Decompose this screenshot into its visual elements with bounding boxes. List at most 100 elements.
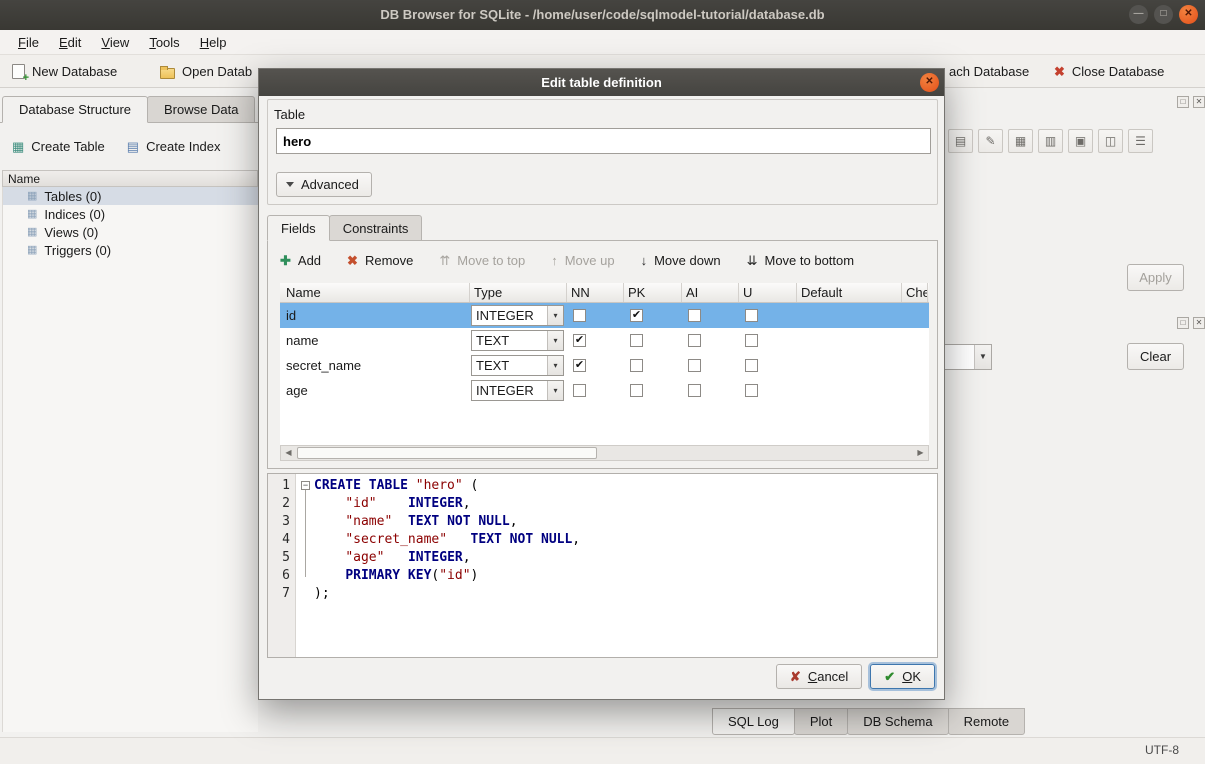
nn-checkbox[interactable]: [573, 309, 586, 322]
field-name-cell[interactable]: age: [280, 383, 470, 398]
field-name-cell[interactable]: name: [280, 333, 470, 348]
attach-database-button[interactable]: ach Database: [945, 55, 1033, 88]
create-index-button[interactable]: ▤ Create Index: [127, 134, 221, 158]
dock-close-icon[interactable]: ✕: [1193, 96, 1205, 108]
nn-checkbox[interactable]: [573, 384, 586, 397]
column-header-ai[interactable]: AI: [682, 283, 739, 302]
tab-constraints[interactable]: Constraints: [329, 215, 423, 241]
ai-checkbox[interactable]: [688, 359, 701, 372]
column-header-nn[interactable]: NN: [567, 283, 624, 302]
minimize-icon[interactable]: —: [1129, 5, 1148, 24]
dock-close-icon[interactable]: ✕: [1193, 317, 1205, 329]
tree-item-indices[interactable]: ▦ Indices (0): [3, 205, 258, 223]
move-down-button[interactable]: ↓ Move down: [641, 253, 721, 268]
move-to-bottom-button[interactable]: ⇊ Move to bottom: [747, 253, 855, 268]
create-table-button[interactable]: ▦ Create Table: [12, 134, 105, 158]
encoding-indicator[interactable]: UTF-8: [1145, 743, 1179, 757]
field-row-name[interactable]: nameTEXT▾: [280, 328, 929, 353]
pk-checkbox[interactable]: [630, 309, 643, 322]
tab-remote[interactable]: Remote: [948, 708, 1026, 735]
menu-tools[interactable]: Tools: [139, 30, 189, 54]
type-combo[interactable]: INTEGER▾: [471, 380, 564, 401]
tab-db-schema[interactable]: DB Schema: [847, 708, 948, 735]
scroll-left-icon[interactable]: ◀: [281, 446, 296, 460]
field-name-cell[interactable]: secret_name: [280, 358, 470, 373]
tree-item-triggers[interactable]: ▦ Triggers (0): [3, 241, 258, 259]
ai-checkbox[interactable]: [688, 334, 701, 347]
edit-cell-toolbar-icon-1[interactable]: ▤: [948, 129, 973, 153]
ai-checkbox[interactable]: [688, 309, 701, 322]
cancel-button[interactable]: ✘ Cancel: [776, 664, 862, 689]
fold-collapse-icon[interactable]: −: [301, 481, 310, 490]
horizontal-scrollbar[interactable]: ◀ ▶: [280, 445, 929, 461]
edit-cell-toolbar-icon-4[interactable]: ▥: [1038, 129, 1063, 153]
tab-sql-log[interactable]: SQL Log: [712, 708, 795, 735]
advanced-toggle-button[interactable]: Advanced: [276, 172, 372, 197]
type-combo[interactable]: TEXT▾: [471, 355, 564, 376]
chevron-down-icon[interactable]: ▾: [547, 381, 563, 400]
field-row-age[interactable]: ageINTEGER▾: [280, 378, 929, 403]
u-checkbox[interactable]: [745, 309, 758, 322]
nn-checkbox[interactable]: [573, 334, 586, 347]
menu-help[interactable]: Help: [190, 30, 237, 54]
u-checkbox[interactable]: [745, 334, 758, 347]
new-database-button[interactable]: New Database: [8, 55, 121, 88]
move-to-top-button[interactable]: ⇈ Move to top: [439, 253, 525, 268]
tab-plot[interactable]: Plot: [794, 708, 848, 735]
tab-fields[interactable]: Fields: [267, 215, 330, 241]
clear-button[interactable]: Clear: [1127, 343, 1184, 370]
dialog-titlebar[interactable]: Edit table definition ✕: [259, 69, 944, 96]
menu-file[interactable]: File: [8, 30, 49, 54]
tab-browse-data[interactable]: Browse Data: [147, 96, 255, 123]
column-header-u[interactable]: U: [739, 283, 797, 302]
chevron-down-icon[interactable]: ▾: [547, 331, 563, 350]
edit-cell-toolbar-icon-6[interactable]: ◫: [1098, 129, 1123, 153]
window-titlebar[interactable]: DB Browser for SQLite - /home/user/code/…: [0, 0, 1205, 30]
close-icon[interactable]: ✕: [1179, 5, 1198, 24]
dock-float-icon[interactable]: □: [1177, 96, 1189, 108]
pk-checkbox[interactable]: [630, 359, 643, 372]
field-name-cell[interactable]: id: [280, 308, 470, 323]
type-combo[interactable]: INTEGER▾: [471, 305, 564, 326]
scroll-right-icon[interactable]: ▶: [913, 446, 928, 460]
add-field-button[interactable]: ✚ Add: [280, 253, 321, 268]
column-header-pk[interactable]: PK: [624, 283, 682, 302]
tree-column-header[interactable]: Name: [2, 170, 258, 187]
mode-combo-partial[interactable]: ▼: [945, 344, 992, 370]
chevron-down-icon[interactable]: ▼: [974, 345, 991, 369]
apply-button[interactable]: Apply: [1127, 264, 1184, 291]
ai-checkbox[interactable]: [688, 384, 701, 397]
close-database-button[interactable]: ✖ Close Database: [1050, 55, 1168, 88]
scrollbar-thumb[interactable]: [297, 447, 597, 459]
tree-item-tables[interactable]: ▦ Tables (0): [3, 187, 258, 205]
table-name-input[interactable]: [276, 128, 931, 154]
chevron-down-icon[interactable]: ▾: [547, 306, 563, 325]
open-database-button[interactable]: Open Datab: [156, 55, 256, 88]
remove-field-button[interactable]: ✖ Remove: [347, 253, 413, 268]
maximize-icon[interactable]: □: [1154, 5, 1173, 24]
ok-button[interactable]: ✔ OK: [870, 664, 935, 689]
column-header-type[interactable]: Type: [470, 283, 567, 302]
menu-view[interactable]: View: [91, 30, 139, 54]
pk-checkbox[interactable]: [630, 384, 643, 397]
column-header-check[interactable]: Check: [902, 283, 928, 302]
u-checkbox[interactable]: [745, 384, 758, 397]
pk-checkbox[interactable]: [630, 334, 643, 347]
edit-cell-toolbar-icon-7[interactable]: ☰: [1128, 129, 1153, 153]
column-header-default[interactable]: Default: [797, 283, 902, 302]
field-row-id[interactable]: idINTEGER▾: [280, 303, 929, 328]
field-row-secret_name[interactable]: secret_nameTEXT▾: [280, 353, 929, 378]
column-header-name[interactable]: Name: [280, 283, 470, 302]
nn-checkbox[interactable]: [573, 359, 586, 372]
menu-edit[interactable]: Edit: [49, 30, 91, 54]
tree-item-views[interactable]: ▦ Views (0): [3, 223, 258, 241]
dialog-close-icon[interactable]: ✕: [920, 73, 939, 92]
edit-cell-toolbar-icon-2[interactable]: ✎: [978, 129, 1003, 153]
edit-cell-toolbar-icon-3[interactable]: ▦: [1008, 129, 1033, 153]
edit-cell-toolbar-icon-5[interactable]: ▣: [1068, 129, 1093, 153]
tab-database-structure[interactable]: Database Structure: [2, 96, 148, 123]
u-checkbox[interactable]: [745, 359, 758, 372]
move-up-button[interactable]: ↑ Move up: [551, 253, 614, 268]
type-combo[interactable]: TEXT▾: [471, 330, 564, 351]
chevron-down-icon[interactable]: ▾: [547, 356, 563, 375]
